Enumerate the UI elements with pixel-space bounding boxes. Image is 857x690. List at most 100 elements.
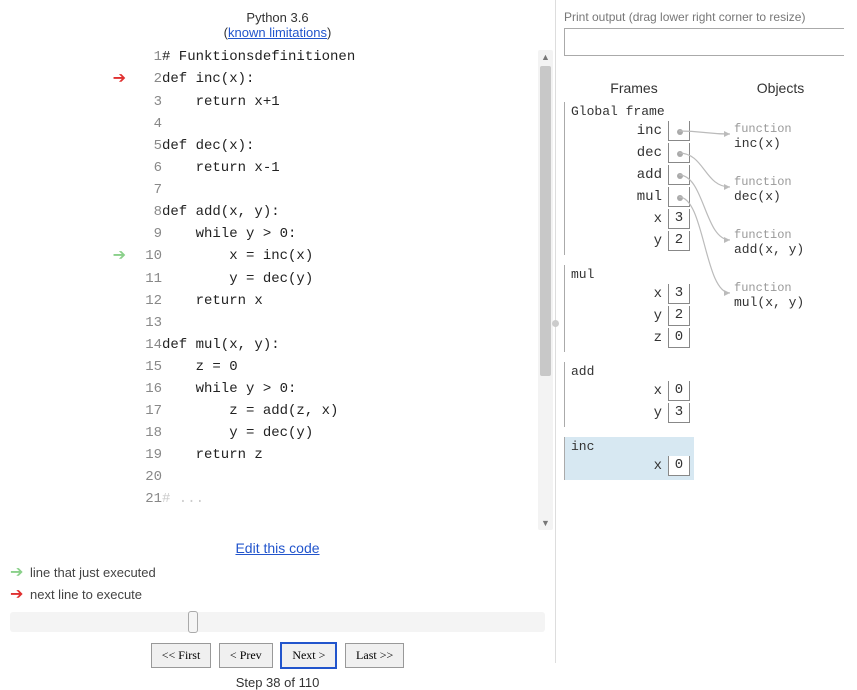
- scroll-down-icon[interactable]: ▼: [538, 516, 553, 530]
- code-line: y = dec(y): [162, 422, 355, 444]
- line-number: 15: [126, 356, 162, 378]
- frame-title: Global frame: [565, 104, 694, 119]
- code-line: # Funktionsdefinitionen: [162, 46, 355, 68]
- step-slider[interactable]: [10, 612, 545, 632]
- code-editor: 1# Funktionsdefinitionen➔2def inc(x):3 r…: [0, 46, 555, 536]
- variable-value: 0: [668, 381, 690, 401]
- line-number: 12: [126, 290, 162, 312]
- code-line: return x+1: [162, 91, 355, 113]
- first-button[interactable]: << First: [151, 643, 212, 668]
- line-number: 9: [126, 223, 162, 245]
- code-line: return x: [162, 290, 355, 312]
- variable-row: x3: [565, 209, 694, 229]
- variable-name: x: [654, 458, 668, 474]
- slider-knob[interactable]: [188, 611, 198, 633]
- code-line: while y > 0:: [162, 223, 355, 245]
- code-line: [162, 113, 355, 135]
- variable-value: 2: [668, 306, 690, 326]
- line-number: 7: [126, 179, 162, 201]
- line-number: 18: [126, 422, 162, 444]
- code-line: return x-1: [162, 157, 355, 179]
- object-item: functioninc(x): [734, 122, 804, 151]
- line-number: 2: [126, 68, 162, 91]
- code-line: [162, 466, 355, 488]
- frame-block: inc x0: [564, 437, 694, 480]
- object-repr: add(x, y): [734, 242, 804, 257]
- known-limitations-link[interactable]: known limitations: [228, 25, 327, 40]
- last-button[interactable]: Last >>: [345, 643, 404, 668]
- line-number: 5: [126, 135, 162, 157]
- object-type: function: [734, 228, 804, 242]
- code-line: x = inc(x): [162, 245, 355, 268]
- variable-row: y2: [565, 231, 694, 251]
- arrow-next-icon: ➔: [113, 70, 126, 88]
- variable-value: 0: [668, 328, 690, 348]
- object-repr: inc(x): [734, 136, 804, 151]
- edit-code-link[interactable]: Edit this code: [235, 540, 319, 556]
- variable-value: 3: [668, 209, 690, 229]
- code-line: def mul(x, y):: [162, 334, 355, 356]
- code-table: 1# Funktionsdefinitionen➔2def inc(x):3 r…: [100, 46, 355, 510]
- variable-row: x3: [565, 284, 694, 304]
- line-number: 11: [126, 268, 162, 290]
- legend: ➔ line that just executed ➔ next line to…: [10, 562, 555, 604]
- frame-title: mul: [565, 267, 694, 282]
- prev-button[interactable]: < Prev: [219, 643, 273, 668]
- pane-divider-handle[interactable]: [552, 320, 559, 327]
- variable-name: y: [654, 308, 668, 324]
- variable-name: y: [654, 405, 668, 421]
- code-line: return z: [162, 444, 355, 466]
- arrow-next-icon: ➔: [10, 584, 30, 604]
- line-number: 19: [126, 444, 162, 466]
- object-type: function: [734, 122, 804, 136]
- variable-value: 0: [668, 456, 690, 476]
- language-label: Python 3.6: [246, 10, 308, 25]
- variable-name: x: [654, 383, 668, 399]
- object-repr: dec(x): [734, 189, 804, 204]
- line-number: 1: [126, 46, 162, 68]
- variable-row: add: [565, 165, 694, 185]
- line-number: 16: [126, 378, 162, 400]
- language-header: Python 3.6 (known limitations): [0, 10, 555, 40]
- code-line: [162, 179, 355, 201]
- legend-next-label: next line to execute: [30, 587, 142, 602]
- code-scrollbar[interactable]: ▲ ▼: [538, 50, 553, 530]
- object-type: function: [734, 281, 804, 295]
- arrow-prev-icon: ➔: [113, 247, 126, 265]
- line-number: 10: [126, 245, 162, 268]
- variable-row: mul: [565, 187, 694, 207]
- frame-block: add x0y3: [564, 362, 694, 427]
- code-line: z = 0: [162, 356, 355, 378]
- code-line: def add(x, y):: [162, 201, 355, 223]
- next-button[interactable]: Next >: [280, 642, 337, 669]
- scroll-thumb[interactable]: [540, 66, 551, 376]
- scroll-up-icon[interactable]: ▲: [538, 50, 553, 64]
- frames-header: Frames: [564, 80, 704, 96]
- frame-title: inc: [565, 439, 694, 454]
- line-number: 13: [126, 312, 162, 334]
- object-item: functionmul(x, y): [734, 281, 804, 310]
- print-output-box[interactable]: [564, 28, 844, 56]
- legend-prev-label: line that just executed: [30, 565, 156, 580]
- pointer-box: [668, 165, 690, 185]
- pointer-box: [668, 121, 690, 141]
- frame-title: add: [565, 364, 694, 379]
- variable-name: z: [654, 330, 668, 346]
- code-line: y = dec(y): [162, 268, 355, 290]
- frame-block: mulx3y2z0: [564, 265, 694, 352]
- variable-row: x0: [565, 456, 694, 476]
- variable-name: x: [654, 286, 668, 302]
- variable-value: 3: [668, 403, 690, 423]
- line-number: 20: [126, 466, 162, 488]
- variable-name: x: [654, 211, 668, 227]
- variable-row: y2: [565, 306, 694, 326]
- line-number: 4: [126, 113, 162, 135]
- objects-header: Objects: [704, 80, 857, 96]
- object-item: functiondec(x): [734, 175, 804, 204]
- line-number: 6: [126, 157, 162, 179]
- object-repr: mul(x, y): [734, 295, 804, 310]
- line-number: 17: [126, 400, 162, 422]
- code-line: [162, 312, 355, 334]
- line-number: 8: [126, 201, 162, 223]
- pointer-box: [668, 187, 690, 207]
